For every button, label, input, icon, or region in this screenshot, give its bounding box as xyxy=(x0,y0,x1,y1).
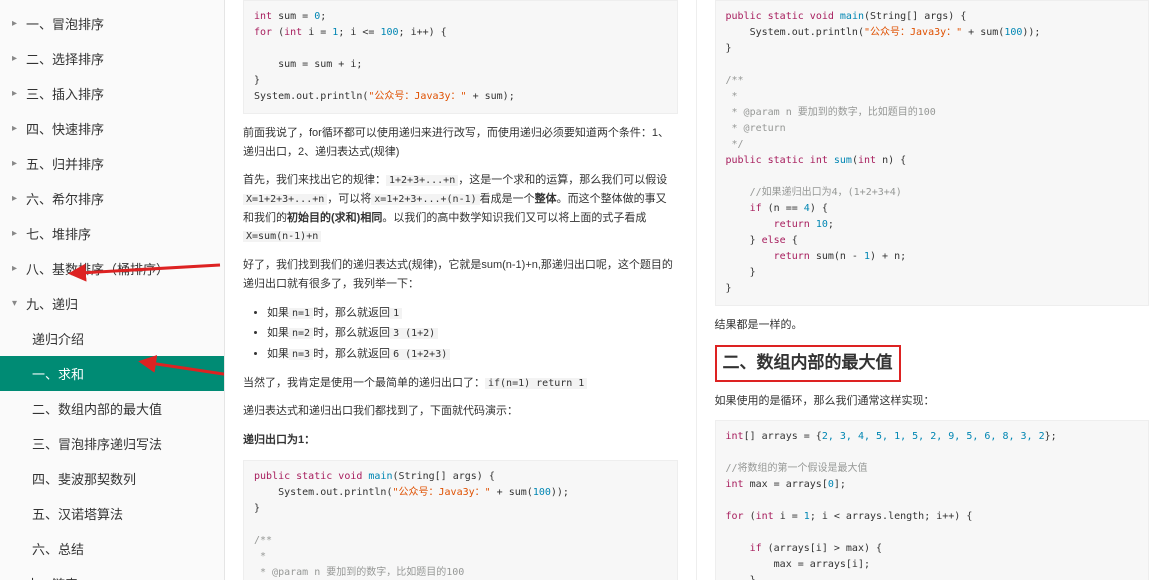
code-block-array-loop: int[] arrays = {2, 3, 4, 5, 1, 5, 2, 9, … xyxy=(715,420,1150,580)
chevron-right-icon: ▸ xyxy=(12,263,22,274)
nav-hanoi[interactable]: 五、汉诺塔算法 xyxy=(0,496,224,531)
nav-bubble-recursive[interactable]: 三、冒泡排序递归写法 xyxy=(0,426,224,461)
code-block-recursion-1: public static void main(String[] args) {… xyxy=(243,460,678,580)
list-item: 如果n=1时，那么就返回1 xyxy=(267,304,678,323)
label: 递归出口为1： xyxy=(243,431,678,450)
content-left: int sum = 0; for (int i = 1; i <= 100; i… xyxy=(225,0,696,580)
chevron-right-icon: ▸ xyxy=(12,193,22,204)
code-block-loop: int sum = 0; for (int i = 1; i <= 100; i… xyxy=(243,0,678,114)
nav-radix-sort[interactable]: ▸八、基数排序（桶排序） xyxy=(0,251,224,286)
chevron-right-icon: ▸ xyxy=(12,123,22,134)
paragraph: 递归表达式和递归出口我们都找到了，下面就代码演示： xyxy=(243,402,678,421)
nav-selection-sort[interactable]: ▸二、选择排序 xyxy=(0,41,224,76)
nav-recursion[interactable]: ▾九、递归 xyxy=(0,286,224,321)
nav-bubble-sort[interactable]: ▸一、冒泡排序 xyxy=(0,6,224,41)
nav-merge-sort[interactable]: ▸五、归并排序 xyxy=(0,146,224,181)
chevron-right-icon: ▸ xyxy=(12,18,22,29)
nav-linked-list[interactable]: ▸十、链表 xyxy=(0,566,224,580)
nav-heap-sort[interactable]: ▸七、堆排序 xyxy=(0,216,224,251)
paragraph: 好了，我们找到我们的递归表达式(规律)，它就是sum(n-1)+n,那递归出口呢… xyxy=(243,256,678,293)
paragraph: 当然了，我肯定是使用一个最简单的递归出口了：if(n=1) return 1 xyxy=(243,374,678,393)
chevron-right-icon: ▸ xyxy=(12,88,22,99)
paragraph: 前面我说了，for循环都可以使用递归来进行改写，而使用递归必须要知道两个条件：1… xyxy=(243,124,678,161)
nav-quick-sort[interactable]: ▸四、快速排序 xyxy=(0,111,224,146)
nav-fibonacci[interactable]: 四、斐波那契数列 xyxy=(0,461,224,496)
bullet-list: 如果n=1时，那么就返回1 如果n=2时，那么就返回3 (1+2) 如果n=3时… xyxy=(267,304,678,364)
nav-recursion-intro[interactable]: 递归介绍 xyxy=(0,321,224,356)
paragraph: 首先，我们来找出它的规律：1+2+3+...+n，这是一个求和的运算，那么我们可… xyxy=(243,171,678,246)
paragraph: 如果使用的是循环，那么我们通常这样实现： xyxy=(715,392,1150,411)
nav-summary[interactable]: 六、总结 xyxy=(0,531,224,566)
list-item: 如果n=3时，那么就返回6 (1+2+3) xyxy=(267,345,678,364)
chevron-down-icon: ▾ xyxy=(12,298,22,309)
nav-insertion-sort[interactable]: ▸三、插入排序 xyxy=(0,76,224,111)
section-heading: 二、数组内部的最大值 xyxy=(715,345,1150,382)
content-right: public static void main(String[] args) {… xyxy=(696,0,1167,580)
chevron-right-icon: ▸ xyxy=(12,53,22,64)
nav-array-max[interactable]: 二、数组内部的最大值 xyxy=(0,391,224,426)
list-item: 如果n=2时，那么就返回3 (1+2) xyxy=(267,324,678,343)
sidebar: ▸一、冒泡排序 ▸二、选择排序 ▸三、插入排序 ▸四、快速排序 ▸五、归并排序 … xyxy=(0,0,225,580)
chevron-right-icon: ▸ xyxy=(12,158,22,169)
chevron-right-icon: ▸ xyxy=(12,228,22,239)
nav-sum[interactable]: 一、求和 xyxy=(0,356,224,391)
code-block-recursion-4: public static void main(String[] args) {… xyxy=(715,0,1150,306)
paragraph: 结果都是一样的。 xyxy=(715,316,1150,335)
nav-shell-sort[interactable]: ▸六、希尔排序 xyxy=(0,181,224,216)
